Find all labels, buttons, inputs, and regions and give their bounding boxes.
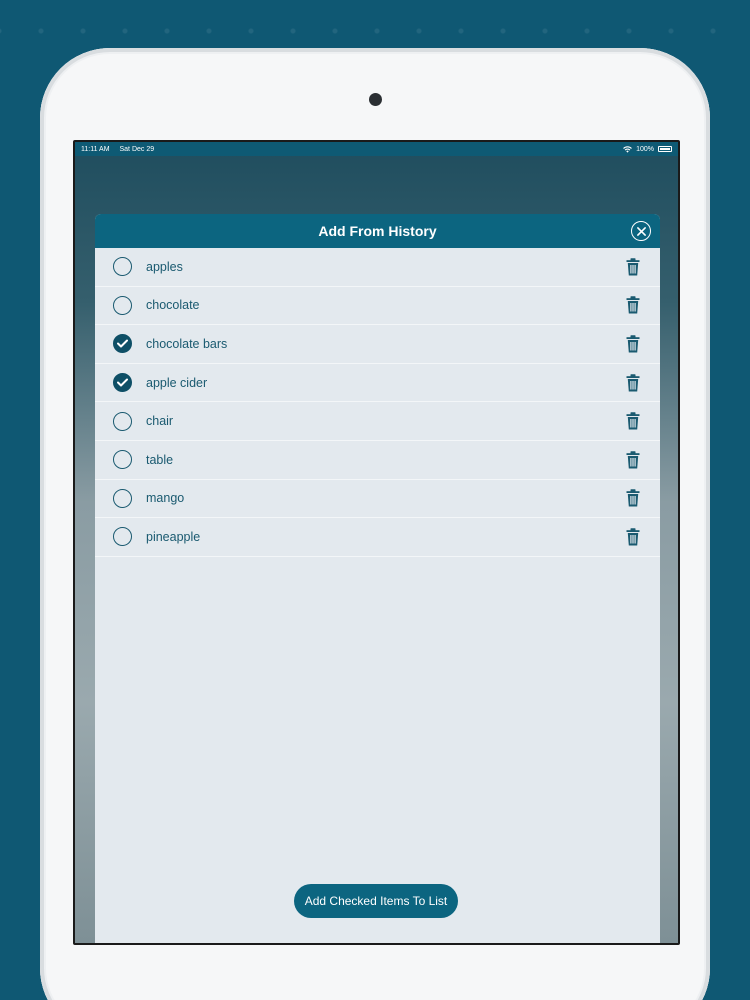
list-item-label: table: [146, 452, 174, 467]
checked-circle-icon[interactable]: [113, 373, 132, 393]
list-item[interactable]: mango: [95, 480, 660, 519]
modal-header: Add From History: [95, 214, 660, 248]
history-list: apples chocolate chocolate bars apple cider…: [95, 248, 660, 557]
trash-icon[interactable]: [626, 451, 640, 469]
status-date: Sat Dec 29: [119, 145, 155, 153]
trash-icon[interactable]: [626, 528, 640, 546]
unchecked-circle-icon[interactable]: [113, 295, 132, 315]
add-from-history-modal: Add From History apples chocolate chocolat…: [95, 214, 660, 943]
list-item-label: apples: [146, 259, 183, 274]
status-bar: 11:11 AM Sat Dec 29 100%: [75, 142, 678, 156]
wifi-icon: [623, 145, 632, 153]
status-left: 11:11 AM Sat Dec 29: [81, 146, 162, 153]
list-item-label: mango: [146, 491, 185, 506]
modal-title: Add From History: [318, 223, 437, 239]
checkmark-icon: [117, 339, 128, 348]
checked-circle-icon[interactable]: [113, 334, 132, 354]
tablet-screen: 11:11 AM Sat Dec 29 100% Add From Histor…: [73, 140, 680, 945]
unchecked-circle-icon[interactable]: [113, 411, 132, 431]
close-icon: [636, 226, 646, 236]
list-item[interactable]: pineapple: [95, 518, 660, 557]
list-item-label: chair: [146, 414, 174, 429]
checkmark-icon: [117, 378, 128, 387]
trash-icon[interactable]: [626, 335, 640, 353]
unchecked-circle-icon[interactable]: [113, 257, 132, 277]
list-item[interactable]: table: [95, 441, 660, 480]
screen-content: 11:11 AM Sat Dec 29 100% Add From Histor…: [75, 142, 678, 943]
list-item-label: chocolate: [146, 298, 200, 313]
trash-icon[interactable]: [626, 373, 640, 392]
list-item-label: chocolate bars: [146, 336, 228, 351]
list-item[interactable]: chocolate bars: [95, 325, 660, 364]
camera-dot: [369, 93, 382, 106]
list-item[interactable]: apples: [95, 248, 660, 287]
add-checked-items-button[interactable]: Add Checked Items To List: [294, 884, 458, 918]
trash-icon[interactable]: [626, 258, 640, 276]
list-item[interactable]: chocolate: [95, 287, 660, 326]
unchecked-circle-icon[interactable]: [113, 488, 132, 508]
unchecked-circle-icon[interactable]: [113, 527, 132, 547]
unchecked-circle-icon[interactable]: [113, 450, 132, 470]
list-item-label: pineapple: [146, 529, 201, 544]
battery-icon: [658, 146, 672, 152]
trash-icon[interactable]: [626, 489, 640, 507]
status-right: 100%: [623, 146, 672, 153]
list-item-label: apple cider: [146, 375, 208, 390]
list-item[interactable]: chair: [95, 402, 660, 441]
battery-percent: 100%: [636, 145, 654, 153]
close-button[interactable]: [631, 221, 651, 241]
trash-icon[interactable]: [626, 296, 640, 314]
tablet-frame: 11:11 AM Sat Dec 29 100% Add From Histor…: [40, 48, 710, 1000]
trash-icon[interactable]: [626, 412, 640, 430]
list-item[interactable]: apple cider: [95, 364, 660, 403]
status-time: 11:11 AM: [81, 145, 110, 153]
